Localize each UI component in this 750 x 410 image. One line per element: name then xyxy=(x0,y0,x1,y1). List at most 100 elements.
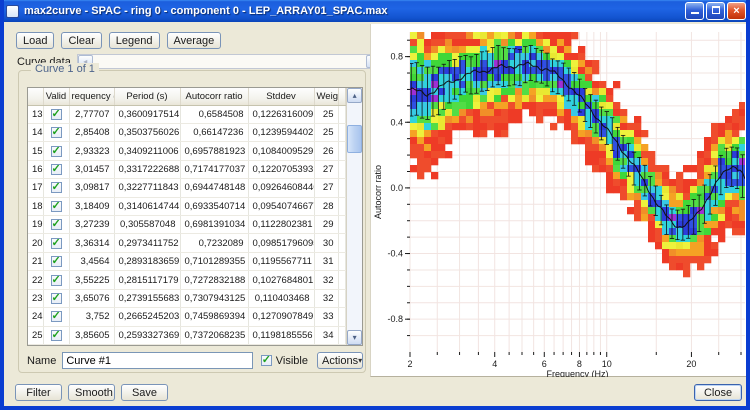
cell-weight: 25 xyxy=(314,105,338,123)
actions-button[interactable]: Actions ▾ xyxy=(317,352,363,369)
valid-checkbox[interactable]: ✓ xyxy=(51,256,62,267)
cell-frequency: 3,752 xyxy=(69,308,114,326)
valid-cell[interactable]: ✓ xyxy=(43,160,69,178)
cell-autocorr-ratio: 0,66147236 xyxy=(180,123,248,141)
footer-button-smooth[interactable]: Smooth xyxy=(68,384,115,401)
cell-frequency: 3,85605 xyxy=(69,326,114,344)
cell-frequency: 3,65076 xyxy=(69,289,114,307)
scroll-down-icon[interactable]: ▾ xyxy=(347,330,362,345)
valid-checkbox[interactable]: ✓ xyxy=(51,219,62,230)
column-header-weight: Weight xyxy=(314,88,338,105)
valid-checkbox[interactable]: ✓ xyxy=(51,330,62,341)
checkmark-icon: ✓ xyxy=(52,254,61,267)
valid-cell[interactable]: ✓ xyxy=(43,197,69,215)
checkmark-icon: ✓ xyxy=(52,144,61,157)
valid-checkbox[interactable]: ✓ xyxy=(51,311,62,322)
footer-button-save[interactable]: Save xyxy=(121,384,168,401)
cell-frequency: 3,01457 xyxy=(69,160,114,178)
valid-checkbox[interactable]: ✓ xyxy=(51,201,62,212)
cell-weight: 25 xyxy=(314,123,338,141)
titlebar: max2curve - SPAC - ring 0 - component 0 … xyxy=(0,0,750,22)
checkmark-icon: ✓ xyxy=(52,309,61,322)
valid-cell[interactable]: ✓ xyxy=(43,179,69,197)
curve-selector-scrollbar[interactable]: ◂ ▸ xyxy=(77,54,382,69)
table-row: 14✓2,854080,35037560260,661472360,123959… xyxy=(28,123,346,141)
toolbar-button-clear[interactable]: Clear xyxy=(61,32,101,49)
valid-checkbox[interactable]: ✓ xyxy=(51,275,62,286)
row-index: 14 xyxy=(28,123,43,141)
row-index: 18 xyxy=(28,197,43,215)
close-icon: × xyxy=(733,5,739,17)
y-axis-label: Autocorr ratio xyxy=(373,165,383,219)
curve-name-input[interactable] xyxy=(62,352,252,369)
cell-weight: 32 xyxy=(314,271,338,289)
valid-cell[interactable]: ✓ xyxy=(43,326,69,344)
valid-checkbox[interactable]: ✓ xyxy=(51,182,62,193)
valid-checkbox[interactable]: ✓ xyxy=(51,127,62,138)
cell-weight: 31 xyxy=(314,252,338,270)
valid-cell[interactable]: ✓ xyxy=(43,105,69,123)
cell-filler xyxy=(338,252,346,270)
valid-checkbox[interactable]: ✓ xyxy=(51,238,62,249)
cell-frequency: 3,18409 xyxy=(69,197,114,215)
name-label: Name xyxy=(27,355,56,367)
valid-cell[interactable]: ✓ xyxy=(43,142,69,160)
close-window-button[interactable]: × xyxy=(727,2,746,20)
cell-period: 0,2973411752 xyxy=(114,234,180,252)
valid-checkbox[interactable]: ✓ xyxy=(51,164,62,175)
valid-cell[interactable]: ✓ xyxy=(43,216,69,234)
cell-stddev: 0,09264608446 xyxy=(248,179,314,197)
close-button[interactable]: Close xyxy=(694,384,742,401)
curve-data-table: Validrequency (HzPeriod (s)Autocorr rati… xyxy=(28,88,346,345)
toolbar-button-average[interactable]: Average xyxy=(167,32,222,49)
svg-text:8: 8 xyxy=(577,359,582,369)
valid-cell[interactable]: ✓ xyxy=(43,234,69,252)
minimize-button[interactable] xyxy=(685,2,704,20)
cell-autocorr-ratio: 0,7307943125 xyxy=(180,289,248,307)
footer-button-filter[interactable]: Filter xyxy=(15,384,62,401)
toolbar-button-load[interactable]: Load xyxy=(16,32,54,49)
visible-checkbox[interactable]: ✓ xyxy=(261,355,272,366)
cell-filler xyxy=(338,289,346,307)
valid-checkbox[interactable]: ✓ xyxy=(51,146,62,157)
cell-frequency: 3,36314 xyxy=(69,234,114,252)
table-scrollbar[interactable]: ▴ ▾ xyxy=(346,88,362,345)
svg-text:0.4: 0.4 xyxy=(390,117,403,127)
valid-checkbox[interactable]: ✓ xyxy=(51,293,62,304)
scroll-up-icon[interactable]: ▴ xyxy=(347,88,362,103)
valid-checkbox[interactable]: ✓ xyxy=(51,109,62,120)
cell-stddev: 0,1226316009 xyxy=(248,105,314,123)
table-row: 18✓3,184090,31406147440,69335407140,0954… xyxy=(28,197,346,215)
cell-frequency: 3,09817 xyxy=(69,179,114,197)
cell-period: 0,3227711843 xyxy=(114,179,180,197)
svg-text:2: 2 xyxy=(407,359,412,369)
cell-stddev: 0,1195567711 xyxy=(248,252,314,270)
valid-cell[interactable]: ✓ xyxy=(43,123,69,141)
valid-cell[interactable]: ✓ xyxy=(43,289,69,307)
valid-cell[interactable]: ✓ xyxy=(43,308,69,326)
cell-period: 0,2739155683 xyxy=(114,289,180,307)
chart-panel: 0.80.40.0-0.4-0.824681020Frequency (Hz)A… xyxy=(370,24,746,377)
x-axis-label: Frequency (Hz) xyxy=(546,369,608,377)
checkmark-icon: ✓ xyxy=(52,125,61,138)
curve-groupbox-title: Curve 1 of 1 xyxy=(31,63,99,75)
cell-stddev: 0,09540746677 xyxy=(248,197,314,215)
valid-cell[interactable]: ✓ xyxy=(43,252,69,270)
table-row: 24✓3,7520,26652452030,74598693940,127090… xyxy=(28,308,346,326)
valid-cell[interactable]: ✓ xyxy=(43,271,69,289)
toolbar-button-legend[interactable]: Legend xyxy=(109,32,160,49)
table-row: 20✓3,363140,29734117520,72320890,0985179… xyxy=(28,234,346,252)
table-row: 23✓3,650760,27391556830,73079431250,1104… xyxy=(28,289,346,307)
svg-text:10: 10 xyxy=(602,359,612,369)
cell-filler xyxy=(338,160,346,178)
cell-stddev: 0,1122802381 xyxy=(248,216,314,234)
column-header-blank-7 xyxy=(338,88,346,105)
cell-weight: 29 xyxy=(314,216,338,234)
maximize-button[interactable] xyxy=(706,2,725,20)
cell-frequency: 3,4564 xyxy=(69,252,114,270)
window-title: max2curve - SPAC - ring 0 - component 0 … xyxy=(24,5,685,17)
visible-label: Visible xyxy=(276,355,308,367)
cell-period: 0,2593327369 xyxy=(114,326,180,344)
cell-filler xyxy=(338,234,346,252)
scrollbar-thumb[interactable] xyxy=(347,125,362,153)
